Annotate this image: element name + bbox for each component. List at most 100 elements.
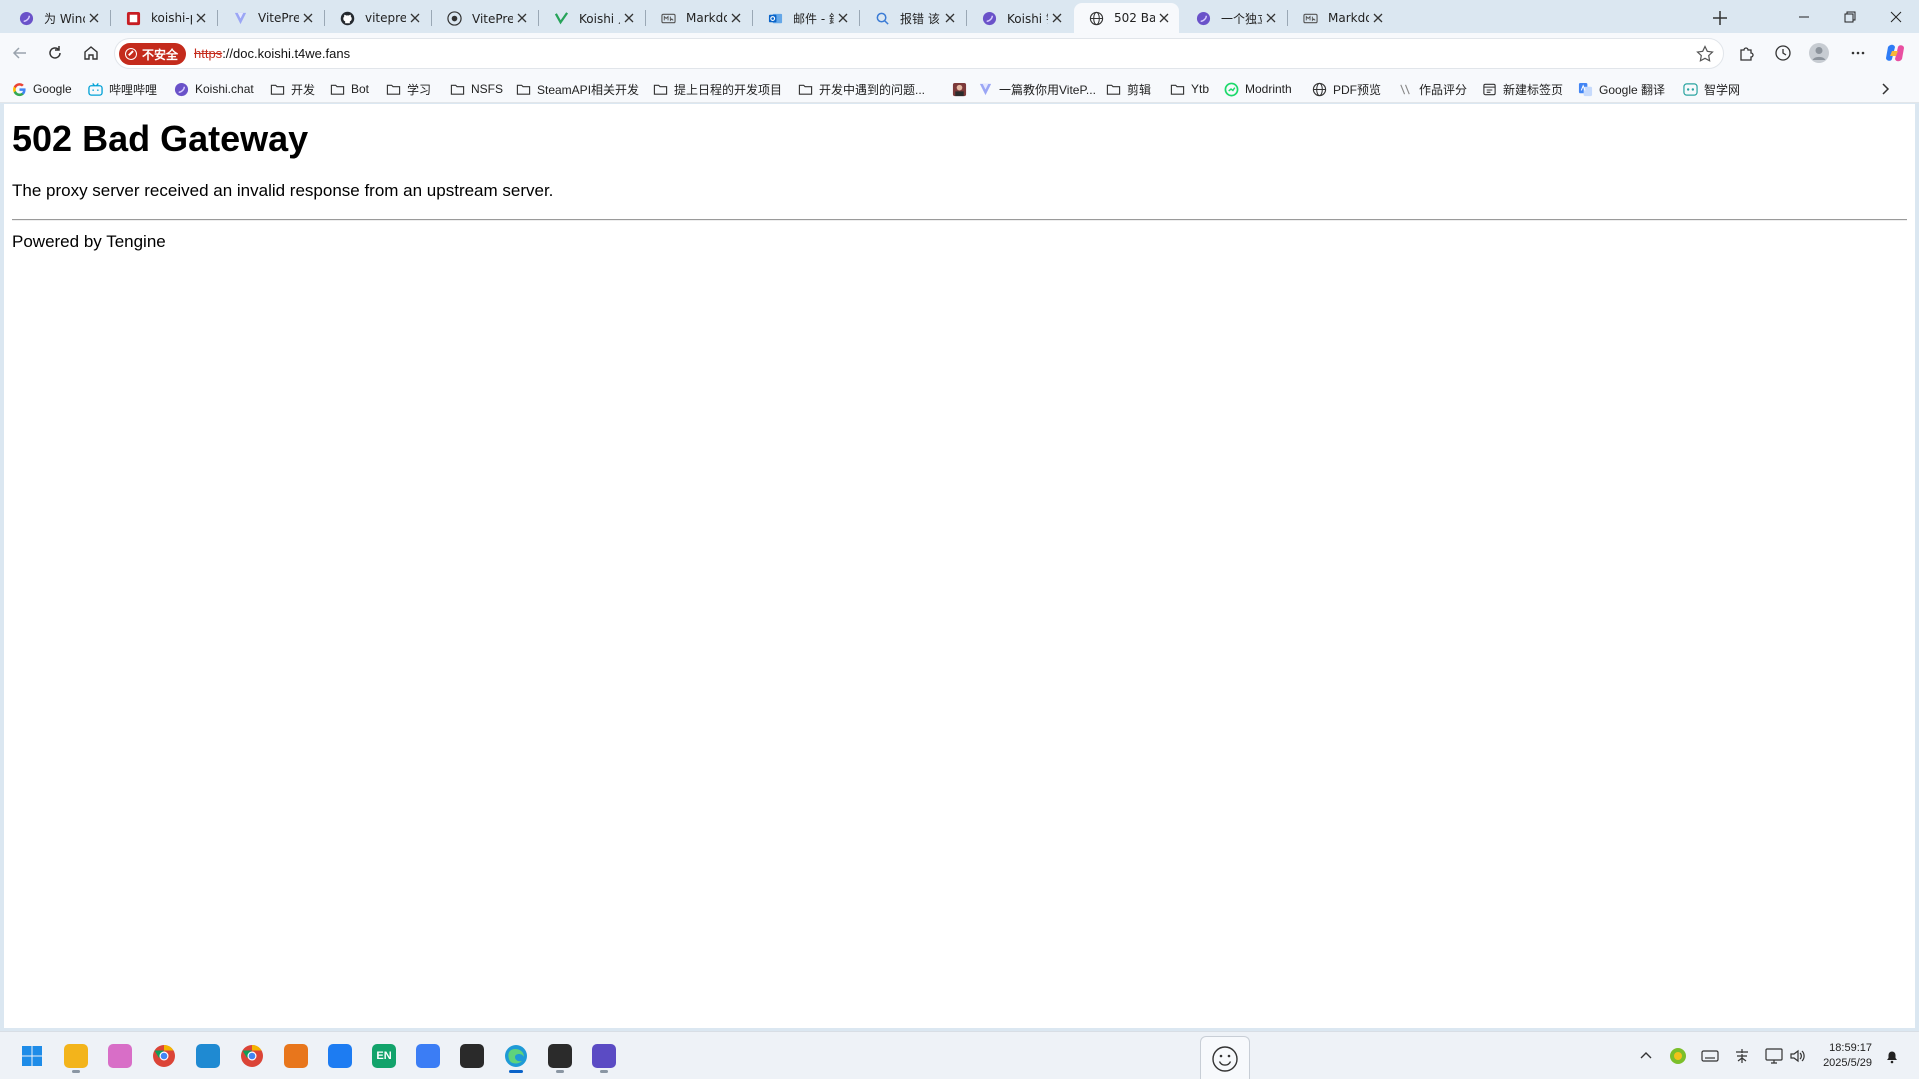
tray-app-button[interactable] <box>1666 1044 1690 1068</box>
k-app-taskbar-button[interactable] <box>411 1039 445 1073</box>
tab-close-button[interactable] <box>406 9 424 27</box>
tab-close-button[interactable] <box>1262 9 1280 27</box>
koishi-app-taskbar-button[interactable] <box>587 1039 621 1073</box>
tab[interactable]: vitepress/CH <box>325 3 430 33</box>
tab-close-button[interactable] <box>941 9 959 27</box>
tab[interactable]: 邮件 - 鐘 純 <box>753 3 858 33</box>
tab-close-button[interactable] <box>1155 9 1173 27</box>
newtab-icon <box>1482 82 1497 97</box>
bookmark-item[interactable]: 一篇教你用VitеP... <box>978 79 1096 99</box>
start-taskbar-button[interactable] <box>15 1039 49 1073</box>
bookmark-label: NSFS <box>471 82 504 96</box>
close-window-button[interactable] <box>1873 0 1919 33</box>
speaker-icon <box>1790 1049 1805 1063</box>
feishu-taskbar-button[interactable] <box>323 1039 357 1073</box>
tab[interactable]: koishi-plugin <box>111 3 216 33</box>
bookmark-folder[interactable]: 剪辑 <box>1106 79 1151 99</box>
bookmark-label: Modrinth <box>1245 82 1292 96</box>
tab[interactable]: Koishi 镜像 <box>967 3 1072 33</box>
reload-button[interactable] <box>40 38 70 68</box>
keyboard-layout-button[interactable] <box>1698 1044 1722 1068</box>
bookmark-folder[interactable]: Ytb <box>1170 79 1209 99</box>
profile-button[interactable] <box>1804 38 1834 68</box>
tab-close-button[interactable] <box>620 9 638 27</box>
bookmark-item[interactable]: 智学网 <box>1683 79 1740 99</box>
close-icon <box>731 13 741 23</box>
bookmark-item[interactable]: Modrinth <box>1224 79 1292 99</box>
bookmark-folder[interactable]: Bot <box>330 79 369 99</box>
back-button[interactable] <box>5 38 35 68</box>
close-icon <box>1373 13 1383 23</box>
terminal-taskbar-button[interactable] <box>543 1039 577 1073</box>
bookmark-item[interactable] <box>952 79 973 99</box>
color-app-taskbar-button[interactable] <box>235 1039 269 1073</box>
system-clock[interactable]: 18:59:17 2025/5/29 <box>1810 1041 1872 1071</box>
bookmark-item[interactable]: Koishi.chat <box>174 79 254 99</box>
bookmark-item[interactable]: Google 翻译 <box>1578 79 1665 99</box>
wps-taskbar-button[interactable] <box>455 1039 489 1073</box>
network-button[interactable] <box>1762 1044 1786 1068</box>
file-explorer-taskbar-button[interactable] <box>59 1039 93 1073</box>
tab[interactable]: Markdown <box>646 3 751 33</box>
close-icon <box>1052 13 1062 23</box>
input-method-button[interactable] <box>1730 1044 1754 1068</box>
minimize-button[interactable] <box>1781 0 1827 33</box>
emoji-panel-button[interactable] <box>1200 1036 1250 1079</box>
vscode-icon <box>196 1044 220 1068</box>
bookmark-folder[interactable]: NSFS <box>450 79 503 99</box>
bookmarks-overflow-button[interactable] <box>1875 79 1895 99</box>
chrome-taskbar-button[interactable] <box>147 1039 181 1073</box>
history-button[interactable] <box>1768 38 1798 68</box>
notifications-button[interactable] <box>1880 1044 1904 1068</box>
search-tool-taskbar-button[interactable] <box>279 1039 313 1073</box>
menu-button[interactable] <box>1843 38 1873 68</box>
address-bar[interactable]: 不安全 https://doc.koishi.t4we.fans <box>114 38 1724 69</box>
tab[interactable]: VitePress 簡 <box>432 3 537 33</box>
tab-close-button[interactable] <box>1369 9 1387 27</box>
bookmark-item[interactable]: 新建标签页 <box>1482 79 1563 99</box>
extensions-button[interactable] <box>1732 38 1762 68</box>
plus-icon <box>1713 11 1727 25</box>
volume-button[interactable] <box>1786 1044 1810 1068</box>
tab-close-button[interactable] <box>727 9 745 27</box>
tab[interactable]: Koishi 入门 <box>539 3 644 33</box>
modrinth-icon <box>1224 82 1239 97</box>
cat-app-icon <box>108 1044 132 1068</box>
tab-close-button[interactable] <box>513 9 531 27</box>
vscode-taskbar-button[interactable] <box>191 1039 225 1073</box>
bookmark-folder[interactable]: 学习 <box>386 79 431 99</box>
en-app-taskbar-button[interactable]: EN <box>367 1039 401 1073</box>
tab-close-button[interactable] <box>85 9 103 27</box>
close-icon <box>1890 11 1902 22</box>
tab-close-button[interactable] <box>192 9 210 27</box>
bookmark-item[interactable]: 哔哩哔哩 <box>88 79 157 99</box>
security-indicator[interactable]: 不安全 <box>119 43 187 65</box>
new-tab-button[interactable] <box>1706 4 1734 32</box>
tab-close-button[interactable] <box>299 9 317 27</box>
bookmark-item[interactable]: 作品评分 <box>1398 79 1467 99</box>
clock-time: 18:59:17 <box>1829 1042 1872 1054</box>
tab-close-button[interactable] <box>834 9 852 27</box>
tab[interactable]: Markdown <box>1288 3 1393 33</box>
bookmark-folder[interactable]: 提上日程的开发项目 <box>653 79 782 99</box>
copilot-button[interactable] <box>1880 38 1910 68</box>
tab-close-button[interactable] <box>1048 9 1066 27</box>
edge-taskbar-button[interactable] <box>499 1039 533 1073</box>
bookmark-item[interactable]: Google <box>12 79 72 99</box>
bookmark-folder[interactable]: SteamAPI相关开发 <box>516 79 639 99</box>
tab-active[interactable]: 502 Bad Gate <box>1074 3 1179 33</box>
favorite-star-button[interactable] <box>1695 44 1715 64</box>
tab[interactable]: 一个独立于 <box>1181 3 1286 33</box>
url-text[interactable]: https://doc.koishi.t4we.fans <box>194 46 350 61</box>
tab[interactable]: 为 Windows <box>4 3 109 33</box>
folder-icon <box>1106 82 1121 97</box>
bookmark-folder[interactable]: 开发 <box>270 79 315 99</box>
show-hidden-icons-button[interactable] <box>1634 1044 1658 1068</box>
tab[interactable]: 报错 该 Win <box>860 3 965 33</box>
bookmark-item[interactable]: PDF预览 <box>1312 79 1381 99</box>
tab[interactable]: VitePress <box>218 3 323 33</box>
home-button[interactable] <box>76 38 106 68</box>
cat-app-taskbar-button[interactable] <box>103 1039 137 1073</box>
restore-button[interactable] <box>1827 0 1873 33</box>
bookmark-folder[interactable]: 开发中遇到的问题... <box>798 79 925 99</box>
